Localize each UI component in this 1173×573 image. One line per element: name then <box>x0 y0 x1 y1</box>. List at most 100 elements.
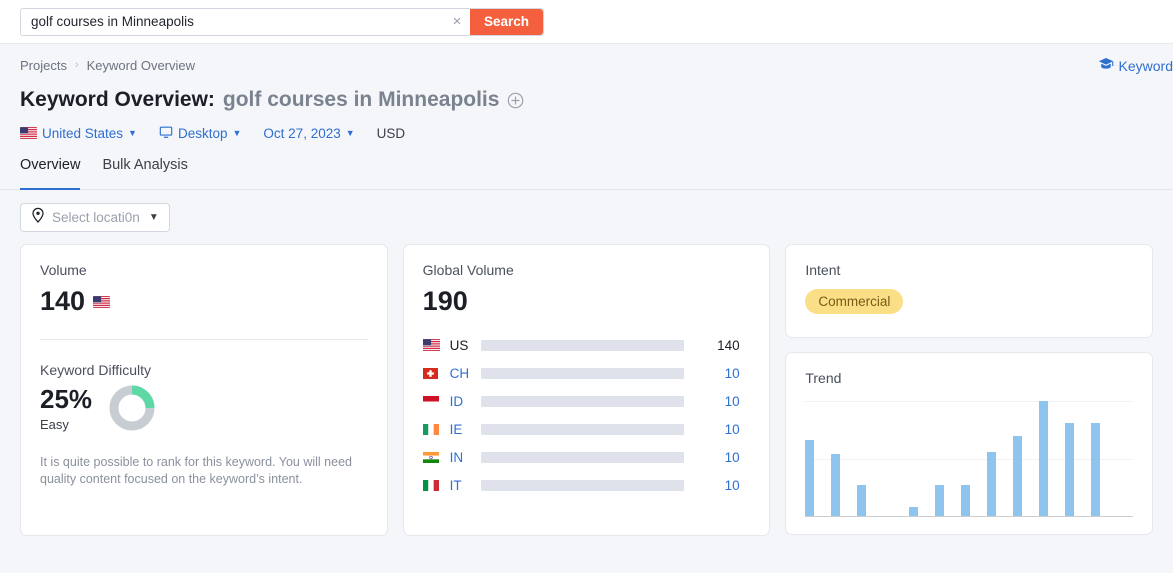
chevron-down-icon: ▼ <box>128 128 137 138</box>
trend-chart <box>805 401 1133 517</box>
tab-bar: Overview Bulk Analysis <box>0 157 1173 190</box>
date-selector[interactable]: Oct 27, 2023 ▼ <box>263 126 354 141</box>
chevron-down-icon: ▼ <box>148 212 159 223</box>
volume-bar-track <box>480 479 684 491</box>
volume-card: Volume 140 Keyword Difficulty 25% Easy I… <box>20 244 388 536</box>
trend-bar[interactable] <box>935 484 945 516</box>
page-title-prefix: Keyword Overview: <box>20 88 215 111</box>
trend-card: Trend <box>785 352 1153 535</box>
tab-overview[interactable]: Overview <box>20 157 81 190</box>
global-volume-value: 190 <box>422 286 468 316</box>
global-volume-list: US 140 CH 10 ID 10 IE 10 IN 10 IT 10 <box>422 331 751 499</box>
card-divider <box>40 339 368 340</box>
device-label: Desktop <box>177 125 228 141</box>
id-flag-icon <box>422 395 443 407</box>
trend-bar[interactable] <box>1091 422 1101 516</box>
right-column: Intent Commercial Trend <box>785 244 1153 535</box>
country-code: IN <box>449 449 464 465</box>
global-volume-row[interactable]: ID 10 <box>422 387 751 415</box>
country-label: United States <box>42 125 124 141</box>
volume-value: 140 <box>40 286 86 316</box>
location-bar: Select locati0n ▼ <box>0 190 1173 232</box>
search-button[interactable]: Search <box>469 8 543 35</box>
keyword-difficulty-value: 25% <box>40 384 93 414</box>
us-flag-icon <box>93 295 111 308</box>
intent-label: Intent <box>805 262 841 278</box>
date-label: Oct 27, 2023 <box>263 125 341 141</box>
page-header: Projects › Keyword Overview Keyword Keyw… <box>0 44 1173 143</box>
us-flag-icon <box>422 339 443 351</box>
country-volume-value: 10 <box>724 477 740 493</box>
chart-baseline <box>805 516 1133 517</box>
ch-flag-icon <box>422 367 443 379</box>
trend-bar[interactable] <box>831 453 841 516</box>
trend-bar[interactable] <box>857 484 867 516</box>
page-title-keyword: golf courses in Minneapolis <box>222 88 500 111</box>
currency-label: USD <box>376 125 406 141</box>
global-volume-row[interactable]: CH 10 <box>422 359 751 387</box>
trend-bar[interactable] <box>805 440 815 516</box>
intent-badge[interactable]: Commercial <box>805 289 904 314</box>
breadcrumb-item-projects[interactable]: Projects <box>20 58 67 73</box>
location-placeholder: Select locati0n <box>52 210 140 225</box>
country-code: US <box>449 337 469 353</box>
volume-bar-track <box>480 451 684 463</box>
country-volume-value: 10 <box>724 365 740 381</box>
country-selector[interactable]: United States ▼ <box>20 126 137 141</box>
global-volume-label: Global Volume <box>422 262 514 278</box>
volume-bar-track <box>480 395 684 407</box>
keyword-help-label: Keyword <box>1118 57 1173 74</box>
search-field-group: × Search <box>20 7 544 36</box>
chevron-down-icon: ▼ <box>345 128 355 138</box>
add-keyword-icon[interactable] <box>507 92 524 109</box>
keyword-difficulty-donut <box>108 384 156 437</box>
country-volume-value: 10 <box>724 449 740 465</box>
chevron-down-icon: ▼ <box>232 128 242 138</box>
trend-bar[interactable] <box>1039 401 1049 516</box>
ie-flag-icon <box>422 423 443 435</box>
it-flag-icon <box>422 479 443 491</box>
keyword-difficulty-label: Keyword Difficulty <box>40 362 152 378</box>
country-volume-value: 10 <box>724 393 740 409</box>
country-code: IT <box>449 477 462 493</box>
keyword-difficulty-level: Easy <box>40 417 69 432</box>
volume-bar-track <box>480 423 684 435</box>
global-volume-row[interactable]: IE 10 <box>422 415 751 443</box>
keyword-help-link[interactable]: Keyword <box>1098 56 1173 75</box>
trend-bar[interactable] <box>961 484 971 516</box>
breadcrumb-separator-icon: › <box>74 59 79 71</box>
page-title: Keyword Overview: golf courses in Minnea… <box>20 86 1153 114</box>
country-volume-value: 140 <box>717 337 740 353</box>
graduation-cap-icon <box>1098 56 1114 75</box>
cards-grid: Volume 140 Keyword Difficulty 25% Easy I… <box>0 232 1173 536</box>
report-filters: United States ▼ Desktop ▼ Oct 27, 2023 ▼… <box>20 123 1153 143</box>
volume-bar-track <box>480 367 684 379</box>
global-volume-card: Global Volume 190 US 140 CH 10 ID 10 IE 10 IN 10 I… <box>402 244 771 536</box>
breadcrumb-item-keyword-overview[interactable]: Keyword Overview <box>87 58 195 73</box>
volume-value-row: 140 <box>40 286 368 317</box>
desktop-icon <box>159 125 173 142</box>
global-volume-row[interactable]: US 140 <box>422 331 751 359</box>
keyword-difficulty-description: It is quite possible to rank for this ke… <box>40 455 352 486</box>
trend-label: Trend <box>805 370 842 386</box>
clear-search-icon[interactable]: × <box>444 9 470 35</box>
trend-bar[interactable] <box>987 451 997 516</box>
trend-bars <box>805 401 1133 516</box>
global-volume-row[interactable]: IT 10 <box>422 471 751 499</box>
country-code: CH <box>449 365 470 381</box>
location-select[interactable]: Select locati0n ▼ <box>20 203 170 232</box>
in-flag-icon <box>422 451 443 463</box>
search-bar: × Search <box>0 0 1173 44</box>
trend-bar[interactable] <box>1065 422 1075 516</box>
intent-card: Intent Commercial <box>785 244 1153 338</box>
country-code: ID <box>449 393 464 409</box>
trend-bar[interactable] <box>909 506 919 516</box>
us-flag-icon <box>20 127 37 139</box>
volume-bar-track <box>480 339 684 351</box>
global-volume-row[interactable]: IN 10 <box>422 443 751 471</box>
trend-bar[interactable] <box>1013 435 1023 516</box>
device-selector[interactable]: Desktop ▼ <box>159 125 241 142</box>
country-code: IE <box>449 421 463 437</box>
search-input[interactable] <box>21 8 444 35</box>
tab-bulk-analysis[interactable]: Bulk Analysis <box>102 157 187 190</box>
